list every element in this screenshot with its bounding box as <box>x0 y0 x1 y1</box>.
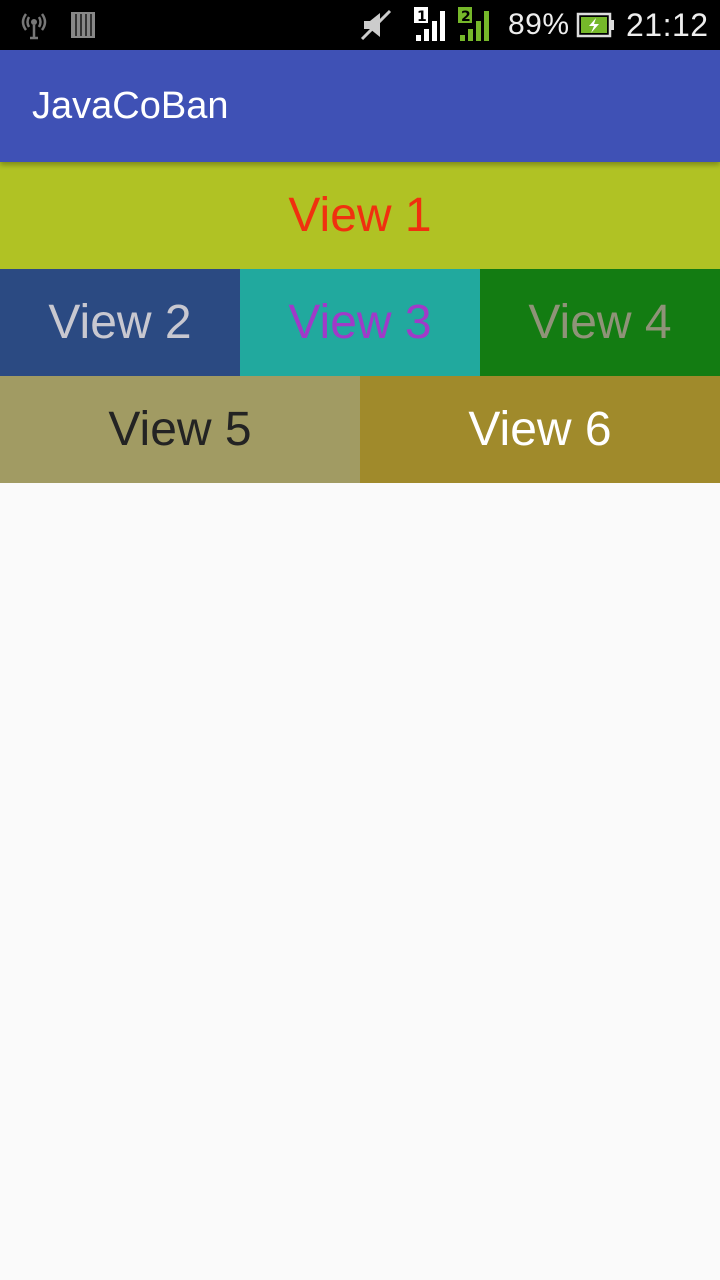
row-1: View 1 <box>0 162 720 269</box>
app-bar: JavaCoBan <box>0 50 720 162</box>
view-4-label: View 4 <box>528 296 672 349</box>
views-container: View 1 View 2 View 3 View 4 View 5 View … <box>0 162 720 483</box>
row-3: View 5 View 6 <box>0 376 720 483</box>
sd-card-icon <box>70 0 98 50</box>
row-2: View 2 View 3 View 4 <box>0 269 720 376</box>
view-1[interactable]: View 1 <box>0 162 720 269</box>
view-5[interactable]: View 5 <box>0 376 360 483</box>
view-2[interactable]: View 2 <box>0 269 240 376</box>
view-6-label: View 6 <box>468 403 612 456</box>
svg-text:2: 2 <box>461 9 471 25</box>
status-bar: 1 2 89% 21:12 <box>0 0 720 50</box>
view-3[interactable]: View 3 <box>240 269 480 376</box>
sim1-signal-icon: 1 <box>412 0 452 50</box>
view-2-label: View 2 <box>48 296 192 349</box>
sim2-signal-icon: 2 <box>456 0 496 50</box>
usb-debug-icon <box>16 0 56 50</box>
view-1-label: View 1 <box>288 189 432 242</box>
battery-percent: 89% <box>508 8 570 41</box>
mute-icon <box>360 0 396 50</box>
clock: 21:12 <box>626 6 709 43</box>
view-6[interactable]: View 6 <box>360 376 720 483</box>
battery-charging-icon <box>576 0 616 50</box>
svg-text:1: 1 <box>417 9 427 25</box>
app-title: JavaCoBan <box>32 84 229 127</box>
view-4[interactable]: View 4 <box>480 269 720 376</box>
view-3-label: View 3 <box>288 296 432 349</box>
view-5-label: View 5 <box>108 403 252 456</box>
